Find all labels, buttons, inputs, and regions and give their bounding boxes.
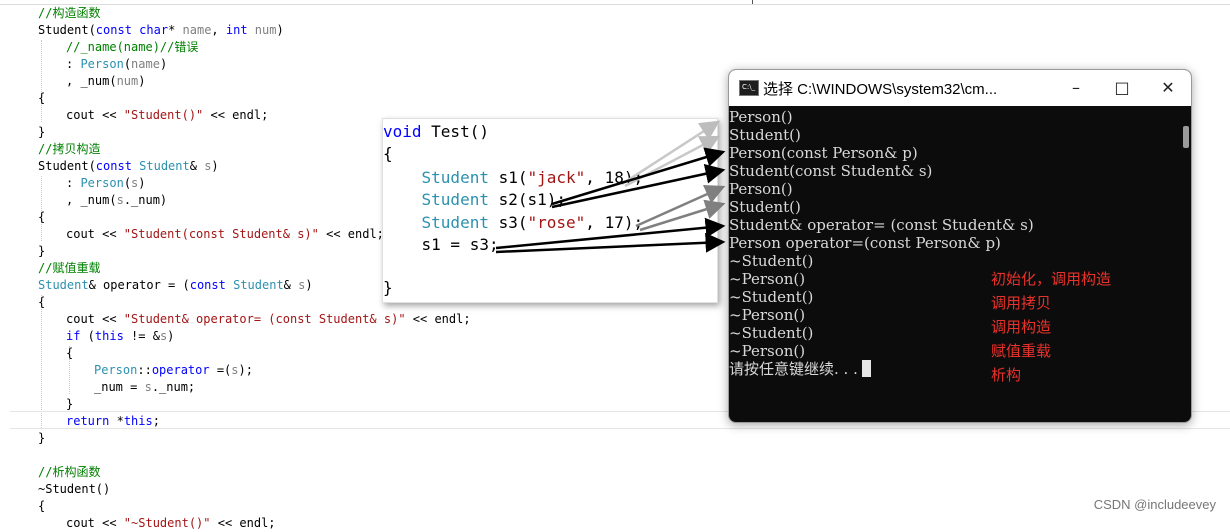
test-code-line: Student s1("jack", 18); bbox=[383, 167, 644, 189]
console-output-line: ~Student() bbox=[729, 288, 814, 306]
console-output-line: Person() bbox=[729, 108, 793, 126]
code-token: } bbox=[383, 278, 393, 297]
test-code-line: Student s3("rose", 17); bbox=[383, 212, 644, 234]
console-output-line: ~Person() bbox=[729, 306, 806, 324]
console-output-line: Student() bbox=[729, 198, 801, 216]
test-function-snippet: void Test(){ Student s1("jack", 18); Stu… bbox=[382, 118, 718, 303]
code-token: s2(s1); bbox=[488, 190, 567, 209]
console-prompt-text: 请按任意键继续. . . bbox=[729, 360, 858, 378]
maximize-icon[interactable]: □ bbox=[1099, 70, 1145, 106]
console-window[interactable]: C:\_ 选择 C:\WINDOWS\system32\cm... – □ ✕ … bbox=[728, 69, 1192, 423]
console-output[interactable]: Person() Student() Person(const Person& p)… bbox=[729, 106, 1191, 422]
console-output-line: Person() bbox=[729, 180, 793, 198]
code-token: void bbox=[383, 122, 422, 141]
watermark: CSDN @includeevey bbox=[1093, 497, 1216, 512]
console-output-line: Student(const Student& s) bbox=[729, 162, 933, 180]
code-token: Student bbox=[421, 168, 489, 187]
text-cursor bbox=[861, 360, 871, 377]
annotation-init: 初始化，调用构造 bbox=[991, 270, 1112, 288]
code-token: Student bbox=[421, 213, 489, 232]
console-output-line: Student() bbox=[729, 126, 801, 144]
test-code-line: s1 = s3; bbox=[383, 234, 499, 256]
code-token: , 17); bbox=[585, 213, 644, 232]
test-code-line: } bbox=[383, 277, 393, 299]
console-output-line: Student& operator= (const Student& s) bbox=[729, 216, 1034, 234]
code-token: Test() bbox=[421, 122, 489, 141]
test-code-line: void Test() bbox=[383, 121, 489, 143]
code-token: "rose" bbox=[527, 213, 586, 232]
code-token: s1( bbox=[488, 168, 528, 187]
annotation-destruct: 析构 bbox=[991, 366, 1022, 384]
code-token: "jack" bbox=[527, 168, 586, 187]
console-output-line: Person(const Person& p) bbox=[729, 144, 918, 162]
annotation-construct: 调用构造 bbox=[991, 318, 1052, 336]
console-scrollbar[interactable] bbox=[1183, 126, 1189, 148]
code-token: s1 = s3; bbox=[383, 235, 499, 254]
code-token: s3( bbox=[488, 213, 528, 232]
close-icon[interactable]: ✕ bbox=[1145, 70, 1191, 106]
console-app-icon: C:\_ bbox=[739, 80, 759, 96]
test-code-line: Student s2(s1); bbox=[383, 189, 567, 211]
console-icon-text: C:\_ bbox=[742, 83, 756, 91]
console-output-line: ~Student() bbox=[729, 252, 814, 270]
minimize-icon[interactable]: – bbox=[1053, 70, 1099, 106]
code-token: , 18); bbox=[585, 168, 644, 187]
test-code-line: { bbox=[383, 143, 393, 165]
console-output-line: ~Person() bbox=[729, 270, 806, 288]
code-token: { bbox=[383, 144, 393, 163]
console-prompt: 请按任意键继续. . . bbox=[729, 360, 871, 378]
console-title: 选择 C:\WINDOWS\system32\cm... bbox=[763, 81, 998, 98]
annotation-assign: 赋值重载 bbox=[991, 342, 1052, 360]
console-output-line: Person operator=(const Person& p) bbox=[729, 234, 1001, 252]
console-output-line: ~Person() bbox=[729, 342, 806, 360]
annotation-copy: 调用拷贝 bbox=[991, 294, 1052, 312]
console-titlebar[interactable]: C:\_ 选择 C:\WINDOWS\system32\cm... – □ ✕ bbox=[729, 70, 1191, 106]
code-token: Student bbox=[421, 190, 489, 209]
console-output-line: ~Student() bbox=[729, 324, 814, 342]
